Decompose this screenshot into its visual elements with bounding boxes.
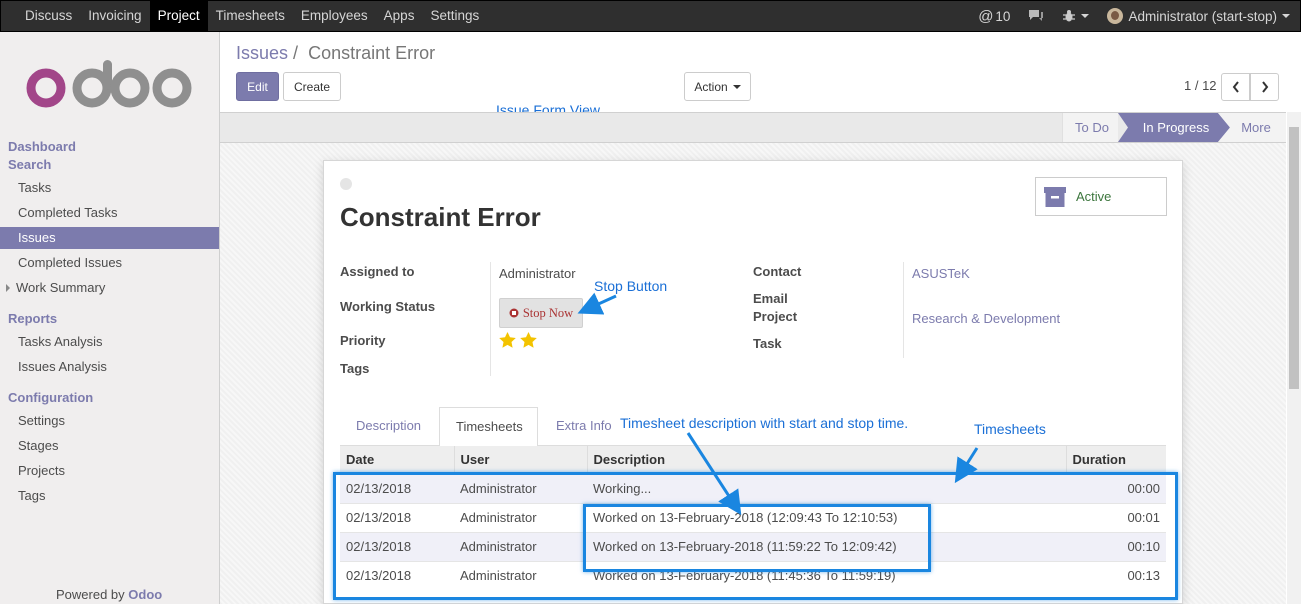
stop-icon [509,308,519,318]
pager-previous-button[interactable] [1221,73,1250,101]
app-menu: Discuss Invoicing Project Timesheets Emp… [1,1,487,31]
contact-link[interactable]: ASUSTeK [912,266,970,281]
powered-by[interactable]: Powered by Odoo [56,587,162,602]
menu-employees[interactable]: Employees [293,1,376,31]
menu-project[interactable]: Project [149,1,208,31]
breadcrumb-current: Constraint Error [308,43,436,63]
sidebar-item-tags[interactable]: Tags [0,485,219,507]
menu-discuss[interactable]: Discuss [1,1,80,31]
column-user[interactable]: User [454,446,588,474]
stage-todo[interactable]: To Do [1062,113,1122,142]
menu-settings[interactable]: Settings [422,1,487,31]
priority-stars[interactable] [499,332,537,348]
edit-button[interactable]: Edit [236,72,279,101]
tab-timesheets[interactable]: Timesheets [439,407,538,447]
user-name: Administrator (start-stop) [1128,8,1277,24]
chat-icon [1029,10,1044,21]
active-label: Active [1076,189,1112,204]
scrollbar-thumb[interactable] [1289,127,1299,389]
breadcrumb: Issues / Constraint Error [236,43,435,64]
archive-icon [1044,186,1066,207]
chevron-down-icon [1081,14,1090,18]
sidebar-item-label: Work Summary [16,280,106,295]
statusbar: To Do In Progress More [220,112,1286,143]
project-link[interactable]: Research & Development [912,311,1060,326]
priority-label: Priority [340,333,386,348]
action-dropdown[interactable]: Action [684,72,751,101]
mentions-count: 10 [995,8,1011,24]
highlight-descriptions [583,504,931,572]
sidebar-reports-heading: Reports [8,311,58,326]
star-icon[interactable] [520,332,537,348]
record-title: Constraint Error [340,202,541,232]
avatar [1107,8,1124,24]
chevron-down-icon [1282,14,1290,18]
sidebar-item-completed-tasks[interactable]: Completed Tasks [0,202,219,224]
top-navbar: Discuss Invoicing Project Timesheets Emp… [0,0,1301,32]
sidebar-item-issues-analysis[interactable]: Issues Analysis [0,356,219,378]
column-date[interactable]: Date [340,446,455,474]
pager-value[interactable]: 1 / 12 [1184,78,1217,93]
tab-extra-info[interactable]: Extra Info [540,407,628,447]
working-status-label: Working Status [340,299,436,314]
caret-right-icon [6,284,10,292]
star-icon[interactable] [499,332,516,348]
create-button[interactable]: Create [283,72,341,101]
project-label: Project [753,309,798,324]
stop-now-button[interactable]: Stop Now [499,298,583,328]
annotation-timesheets: Timesheets [974,421,1046,437]
debug-menu[interactable] [1062,9,1090,23]
email-label: Email [753,291,788,306]
sidebar-item-issues[interactable]: Issues [0,227,219,249]
sidebar-item-completed-issues[interactable]: Completed Issues [0,252,219,274]
kanban-state-dot[interactable] [340,178,352,190]
sidebar-item-settings[interactable]: Settings [0,410,219,432]
sidebar-item-tasks[interactable]: Tasks [0,177,219,199]
tab-description[interactable]: Description [340,407,437,447]
annotation-timesheet-description: Timesheet description with start and sto… [620,415,909,431]
sidebar-item-work-summary[interactable]: Work Summary [0,277,219,299]
annotation-stop-button: Stop Button [594,278,668,294]
stop-now-label: Stop Now [522,305,574,320]
sidebar-search-heading: Search [8,157,52,172]
contact-label: Contact [753,264,802,279]
chat-button[interactable] [1028,9,1044,23]
breadcrumb-separator: / [293,43,299,63]
field-divider [490,262,491,376]
sidebar-item-stages[interactable]: Stages [0,435,219,457]
powered-by-label: Powered by [56,587,125,602]
column-description[interactable]: Description [587,446,1067,474]
mentions-counter[interactable]: @ 10 [978,8,1010,25]
tags-label: Tags [340,361,370,376]
sidebar-dashboard[interactable]: Dashboard [8,139,76,154]
field-divider [903,262,904,358]
assigned-to-label: Assigned to [340,264,415,279]
user-menu[interactable]: Administrator (start-stop) [1107,8,1290,24]
sidebar-item-projects[interactable]: Projects [0,460,219,482]
bug-icon [1063,10,1076,22]
stage-in-progress[interactable]: In Progress [1125,113,1227,142]
at-icon: @ [978,7,994,25]
chevron-down-icon [732,84,741,89]
sidebar: Dashboard Search Tasks Completed Tasks I… [0,32,220,604]
chevron-right-icon [1261,81,1268,93]
column-duration[interactable]: Duration [1066,446,1166,474]
menu-invoicing[interactable]: Invoicing [80,1,149,31]
breadcrumb-issues[interactable]: Issues [236,43,288,63]
menu-apps[interactable]: Apps [376,1,423,31]
table-header-row: Date User Description Duration [340,446,1166,474]
assigned-to-value: Administrator [499,266,576,281]
stage-more[interactable]: More [1230,113,1282,142]
menu-timesheets[interactable]: Timesheets [208,1,293,31]
task-label: Task [753,336,782,351]
powered-by-brand: Odoo [128,587,163,602]
action-label: Action [694,79,728,94]
pager-next-button[interactable] [1250,73,1279,101]
chevron-left-icon [1232,81,1239,93]
sidebar-item-tasks-analysis[interactable]: Tasks Analysis [0,331,219,353]
sidebar-configuration-heading: Configuration [8,390,94,405]
active-toggle-button[interactable]: Active [1035,177,1167,216]
odoo-logo [26,60,192,108]
